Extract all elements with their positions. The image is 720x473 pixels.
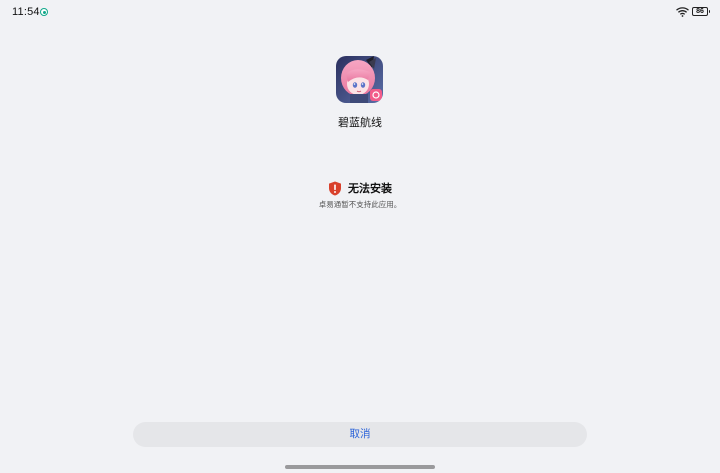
battery-icon: 86 [692, 7, 710, 16]
cancel-button[interactable]: 取消 [133, 422, 587, 447]
status-time: 11:54 [12, 6, 40, 18]
wifi-icon [676, 7, 689, 17]
install-error-title-row: 无法安装 [0, 180, 720, 196]
install-error-title: 无法安装 [348, 182, 392, 195]
notification-dot-icon [40, 8, 48, 16]
app-icon [336, 56, 383, 103]
app-name: 碧蓝航线 [338, 116, 382, 129]
home-indicator[interactable] [285, 465, 435, 469]
status-bar: 11:54 86 [0, 0, 720, 24]
install-error-subtitle: 卓易通暂不支持此应用。 [318, 200, 402, 209]
warning-shield-icon [329, 181, 341, 195]
